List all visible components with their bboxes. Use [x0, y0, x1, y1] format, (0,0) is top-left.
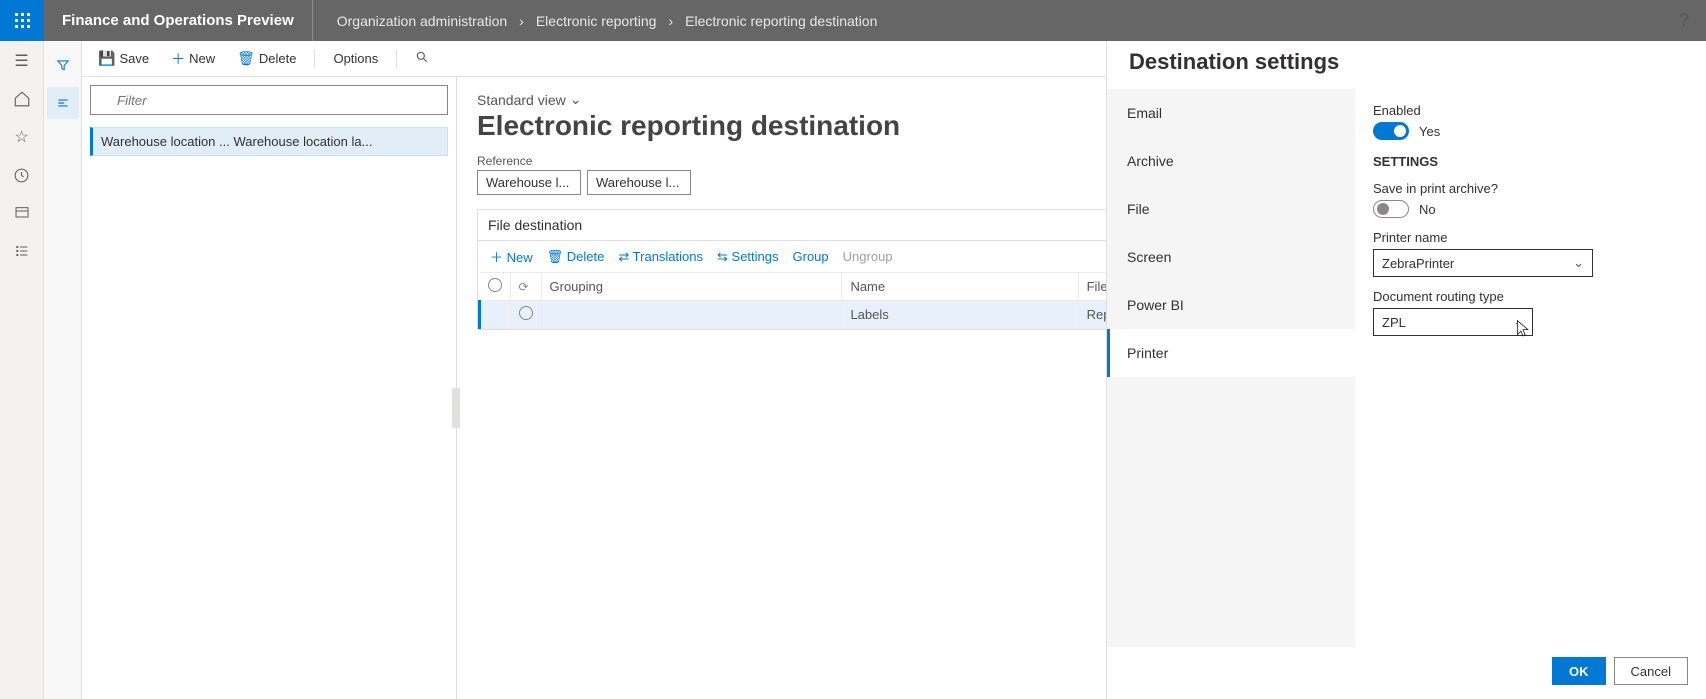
enabled-toggle[interactable] — [1373, 122, 1409, 140]
list-icon[interactable] — [12, 241, 32, 261]
tab-file[interactable]: File — [1107, 185, 1355, 233]
breadcrumb-item[interactable]: Electronic reporting destination — [685, 13, 877, 29]
enabled-label: Enabled — [1373, 103, 1688, 118]
plus-icon: ＋ — [490, 250, 503, 265]
panel-footer: OK Cancel — [1107, 647, 1706, 699]
reference-value-2[interactable]: Warehouse l... — [587, 170, 691, 195]
plus-icon: ＋ — [171, 49, 185, 69]
enabled-value: Yes — [1419, 124, 1440, 139]
delete-button[interactable]: 🗑 Delete — [229, 46, 304, 71]
left-rail: ☰ ☆ — [0, 41, 44, 699]
tab-archive[interactable]: Archive — [1107, 137, 1355, 185]
col-grouping[interactable]: Grouping — [541, 273, 842, 301]
search-icon — [415, 50, 429, 67]
workspace-icon[interactable] — [12, 203, 32, 223]
printer-name-label: Printer name — [1373, 230, 1688, 245]
chevron-down-icon: ⌄ — [570, 91, 582, 108]
group-button[interactable]: Group — [793, 249, 829, 264]
new-label: New — [189, 51, 215, 66]
new-button[interactable]: ＋ New — [163, 45, 223, 73]
col-name[interactable]: Name — [842, 273, 1078, 301]
separator — [314, 50, 315, 68]
row-select-radio[interactable] — [519, 306, 533, 320]
translations-button[interactable]: ⇄ Translations — [618, 249, 703, 265]
panel-title: Destination settings — [1107, 41, 1706, 89]
trash-icon: 🗑 — [547, 249, 564, 264]
tab-powerbi[interactable]: Power BI — [1107, 281, 1355, 329]
tab-spacer — [1107, 377, 1355, 647]
printer-name-value: ZebraPrinter — [1382, 256, 1454, 271]
save-label: Save — [119, 51, 149, 66]
trash-icon: 🗑 — [237, 50, 255, 67]
left-pane: Warehouse location ... Warehouse locatio… — [82, 77, 457, 699]
home-icon[interactable] — [12, 89, 32, 109]
grid-delete-button[interactable]: 🗑 Delete — [547, 249, 605, 265]
routing-type-label: Document routing type — [1373, 289, 1688, 304]
translations-label: Translations — [633, 249, 703, 264]
settings-icon: ⇆ — [717, 249, 728, 264]
related-icon[interactable] — [47, 87, 79, 119]
splitter-handle[interactable] — [452, 388, 460, 428]
breadcrumb-item[interactable]: Organization administration — [337, 13, 507, 29]
routing-type-value: ZPL — [1382, 315, 1406, 330]
waffle-icon — [15, 13, 30, 28]
waffle-button[interactable] — [0, 0, 44, 41]
app-title: Finance and Operations Preview — [44, 0, 313, 41]
grid-delete-label: Delete — [567, 249, 605, 264]
save-archive-label: Save in print archive? — [1373, 181, 1688, 196]
chevron-right-icon: › — [519, 13, 524, 29]
chevron-down-icon: ⌄ — [1573, 255, 1584, 271]
options-button[interactable]: Options — [325, 47, 386, 70]
breadcrumb-item[interactable]: Electronic reporting — [536, 13, 657, 29]
settings-label: Settings — [732, 249, 779, 264]
grid-new-label: New — [507, 250, 533, 265]
settings-header: SETTINGS — [1373, 154, 1688, 169]
star-icon[interactable]: ☆ — [12, 127, 32, 147]
app-header: Finance and Operations Preview Organizat… — [0, 0, 1706, 41]
cell-name[interactable]: Labels — [842, 301, 1078, 329]
hamburger-icon[interactable]: ☰ — [12, 51, 32, 71]
view-label: Standard view — [477, 92, 566, 108]
chevron-down-icon: ⌄ — [1513, 314, 1524, 330]
help-icon[interactable]: ? — [1662, 10, 1706, 31]
printer-name-dropdown[interactable]: ZebraPrinter ⌄ — [1373, 249, 1593, 277]
destination-settings-panel: Destination settings Email Archive File … — [1106, 41, 1706, 699]
save-button[interactable]: 💾 Save — [90, 46, 157, 71]
chevron-right-icon: › — [668, 13, 673, 29]
cell-grouping[interactable] — [541, 301, 842, 329]
tab-printer[interactable]: Printer — [1107, 329, 1355, 377]
routing-type-dropdown[interactable]: ZPL ⌄ — [1373, 308, 1533, 336]
destination-form: Enabled Yes SETTINGS Save in print archi… — [1355, 89, 1706, 647]
sub-rail — [44, 41, 82, 699]
clock-icon[interactable] — [12, 165, 32, 185]
search-button[interactable] — [407, 46, 437, 71]
select-all-radio[interactable] — [488, 278, 502, 292]
delete-label: Delete — [259, 51, 297, 66]
translate-icon: ⇄ — [618, 249, 629, 264]
refresh-icon[interactable]: ⟳ — [519, 280, 529, 294]
save-archive-toggle[interactable] — [1373, 200, 1409, 218]
reference-value-1[interactable]: Warehouse l... — [477, 170, 581, 195]
settings-button[interactable]: ⇆ Settings — [717, 249, 779, 265]
separator — [396, 50, 397, 68]
cancel-button[interactable]: Cancel — [1614, 657, 1688, 685]
save-archive-value: No — [1419, 202, 1436, 217]
list-item[interactable]: Warehouse location ... Warehouse locatio… — [90, 127, 448, 156]
save-icon: 💾 — [98, 50, 115, 67]
destination-tabs: Email Archive File Screen Power BI Print… — [1107, 89, 1355, 647]
tab-email[interactable]: Email — [1107, 89, 1355, 137]
filter-icon[interactable] — [47, 49, 79, 81]
filter-input[interactable] — [90, 85, 448, 115]
tab-screen[interactable]: Screen — [1107, 233, 1355, 281]
breadcrumb: Organization administration › Electronic… — [313, 13, 878, 29]
options-label: Options — [333, 51, 378, 66]
ok-button[interactable]: OK — [1552, 657, 1606, 685]
grid-new-button[interactable]: ＋ New — [490, 247, 533, 266]
ungroup-button: Ungroup — [843, 249, 893, 264]
